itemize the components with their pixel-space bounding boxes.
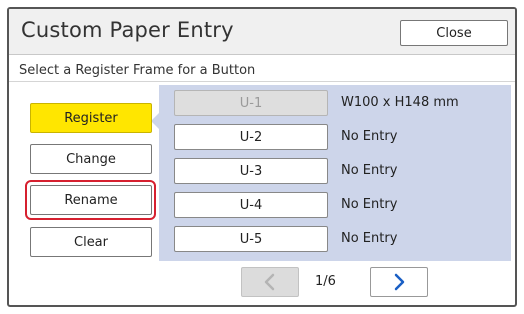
slot-button-u3[interactable]: U-3	[174, 158, 328, 184]
register-button[interactable]: Register	[30, 103, 152, 133]
panel-pointer	[151, 113, 159, 129]
chevron-right-icon	[394, 273, 405, 291]
slot-description-u4: No Entry	[341, 197, 398, 212]
next-page-button[interactable]	[370, 267, 428, 297]
page-indicator: 1/6	[315, 274, 336, 289]
slot-button-u5[interactable]: U-5	[174, 226, 328, 252]
close-button[interactable]: Close	[400, 20, 508, 46]
previous-page-button[interactable]	[241, 267, 299, 297]
slot-button-u1[interactable]: U-1	[174, 90, 328, 116]
title-bar: Custom Paper Entry Close	[9, 9, 515, 55]
instruction-text: Select a Register Frame for a Button	[19, 63, 256, 78]
slot-button-u2[interactable]: U-2	[174, 124, 328, 150]
slot-description-u3: No Entry	[341, 163, 398, 178]
slot-description-u1: W100 x H148 mm	[341, 95, 459, 110]
change-button[interactable]: Change	[30, 144, 152, 174]
divider	[9, 81, 515, 82]
dialog-frame: Custom Paper Entry Close Select a Regist…	[7, 7, 517, 307]
slot-description-u2: No Entry	[341, 129, 398, 144]
rename-highlight-frame	[25, 180, 156, 220]
slot-description-u5: No Entry	[341, 231, 398, 246]
clear-button[interactable]: Clear	[30, 227, 152, 257]
slot-button-u4[interactable]: U-4	[174, 192, 328, 218]
chevron-left-icon	[264, 273, 275, 291]
page-title: Custom Paper Entry	[21, 18, 234, 42]
